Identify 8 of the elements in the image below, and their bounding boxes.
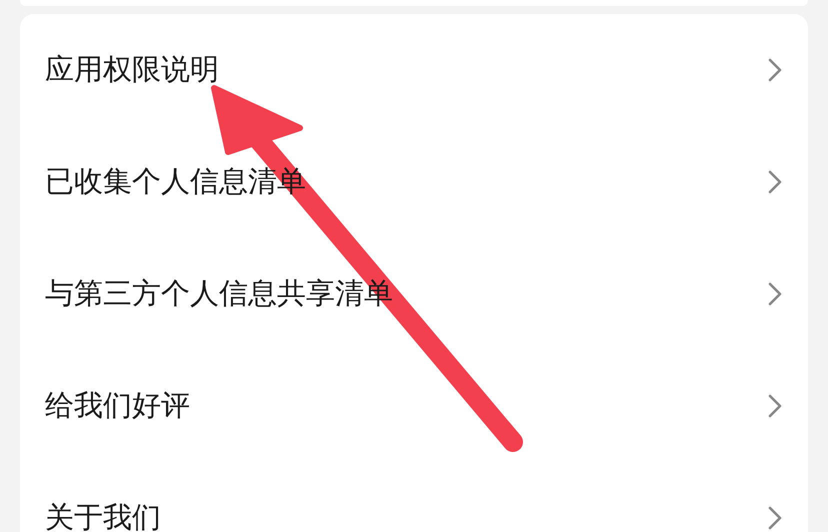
menu-item[interactable]: 关于我们 bbox=[20, 462, 808, 532]
chevron-right-icon bbox=[768, 170, 782, 194]
chevron-right-icon bbox=[768, 394, 782, 418]
chevron-right-icon bbox=[768, 282, 782, 306]
menu-item[interactable]: 应用权限说明 bbox=[20, 14, 808, 126]
chevron-right-icon bbox=[768, 506, 782, 530]
chevron-right-icon bbox=[768, 58, 782, 82]
menu-item[interactable]: 给我们好评 bbox=[20, 350, 808, 462]
